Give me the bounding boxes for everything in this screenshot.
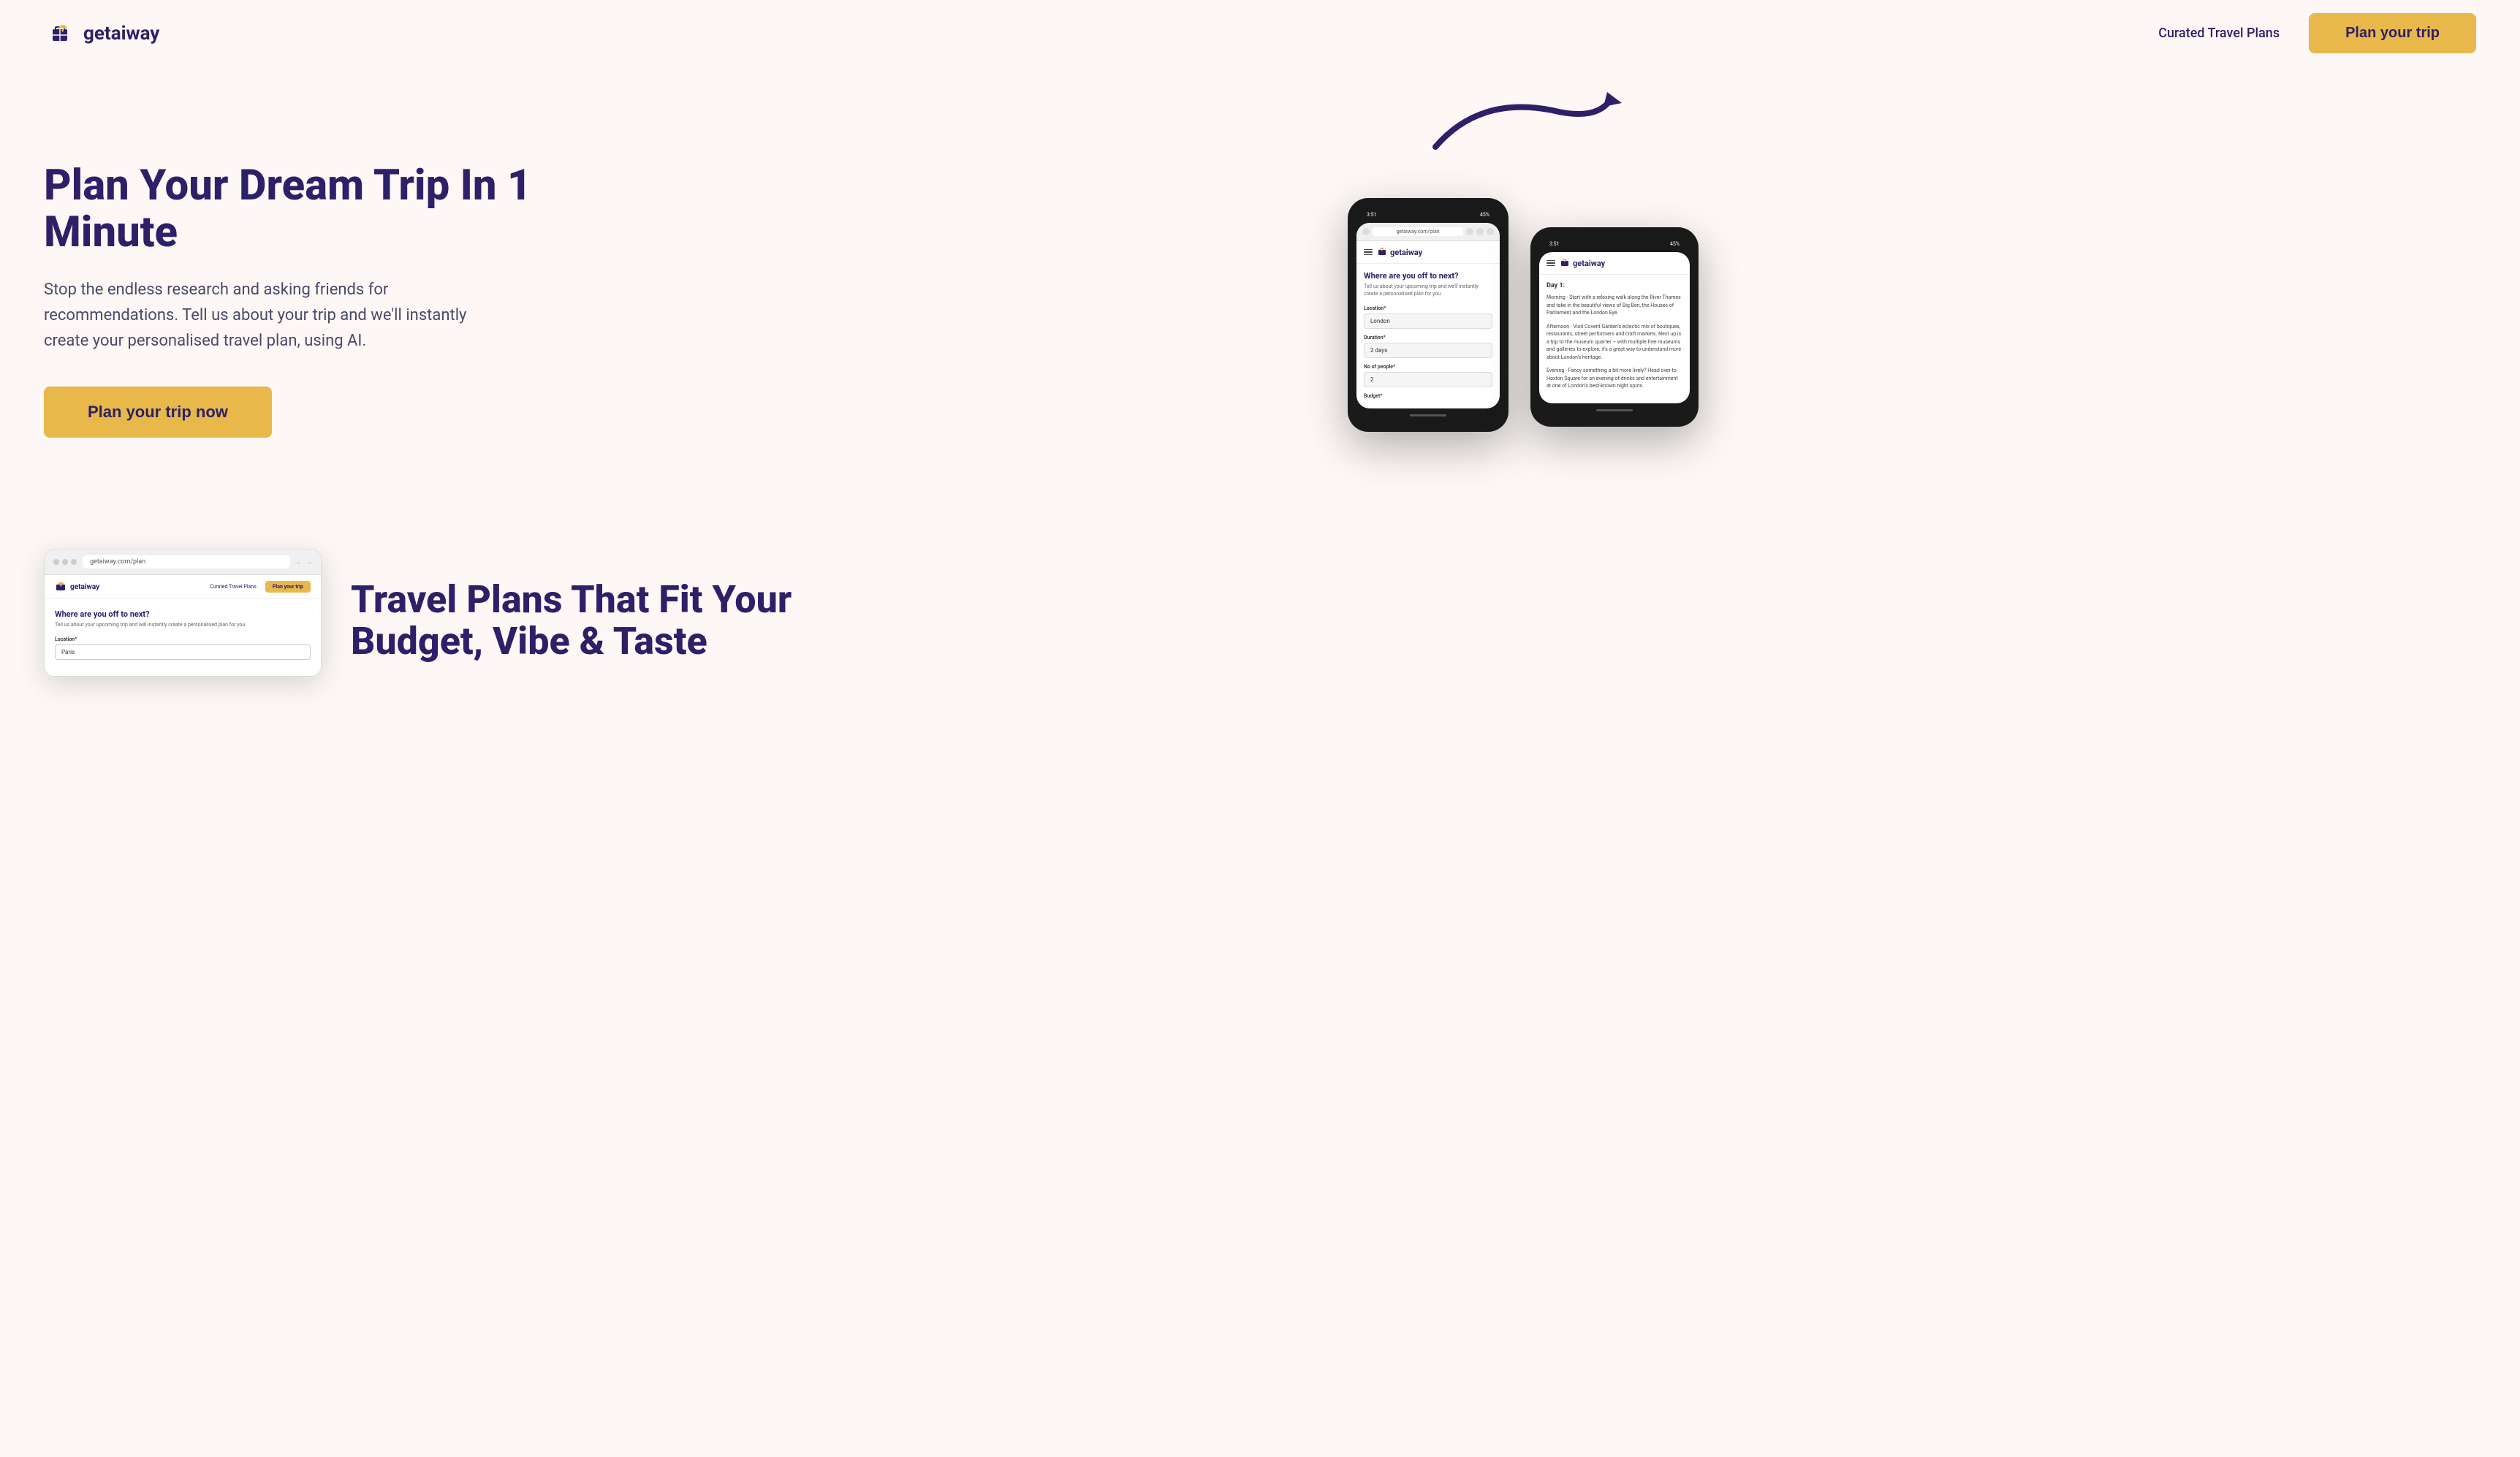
day-label: Day 1: (1546, 282, 1682, 289)
hero-cta-button[interactable]: Plan your trip now (44, 387, 272, 438)
app-logo-text-left: getaiway (1390, 248, 1422, 257)
app-header-left: getaiway (1356, 241, 1500, 264)
browser-location-input[interactable]: Paris (55, 644, 311, 660)
hero-right: 3:51 45% getaiway.com/plan (570, 96, 2476, 476)
app-logo-icon-right (1560, 258, 1570, 268)
location-label: Location* (1364, 305, 1492, 311)
hero-title: Plan Your Dream Trip In 1 Minute (44, 163, 541, 256)
phone-mockup-right: 3:51 45% get (1530, 227, 1699, 427)
browser-address-bar[interactable]: getaiway.com/plan (83, 555, 290, 568)
section-title: Travel Plans That Fit Your Budget, Vibe … (351, 579, 2476, 662)
nav-curated-plans[interactable]: Curated Travel Plans (2158, 26, 2280, 41)
browser-dot-red (53, 559, 59, 565)
browser-mockup: getaiway.com/plan ← → getaiway Curated (44, 549, 322, 677)
morning-text: Morning - Start with a relaxing walk alo… (1546, 294, 1682, 317)
browser-form-area: Where are you off to next? Tell us about… (45, 599, 321, 676)
section-title-line1: Travel Plans That Fit Your (351, 577, 792, 622)
itinerary-content: Day 1: Morning - Start with a relaxing w… (1539, 275, 1690, 403)
phone-bottom-bar-right (1539, 403, 1690, 418)
browser-form-title: Where are you off to next? (55, 609, 311, 619)
brand-name: getaiway (83, 23, 159, 45)
location-input[interactable]: London (1364, 313, 1492, 329)
browser-nav-curated[interactable]: Curated Travel Plans (210, 584, 257, 590)
app-logo-icon-left (1377, 247, 1387, 257)
home-indicator-left (1410, 414, 1446, 416)
phone-screen-right: getaiway Day 1: Morning - Start with a r… (1539, 252, 1690, 403)
itinerary-header: getaiway (1539, 252, 1690, 275)
hero-section: Plan Your Dream Trip In 1 Minute Stop th… (0, 66, 2520, 520)
browser-dots (53, 559, 77, 565)
nav-right: Curated Travel Plans Plan your trip (2158, 13, 2476, 53)
app-subtext-left: Tell us about your upcoming trip and we'… (1364, 284, 1492, 298)
browser-form-subtitle: Tell us about your upcoming trip and wil… (55, 622, 311, 628)
duration-input[interactable]: 2 days (1364, 343, 1492, 358)
phone-screen-left: getaiway.com/plan (1356, 223, 1500, 408)
phones-container: 3:51 45% getaiway.com/plan (1348, 183, 1699, 432)
phone-battery-left: 45% (1480, 212, 1489, 218)
app-question-left: Where are you off to next? (1364, 271, 1492, 281)
browser-inner-logo-icon (55, 581, 67, 593)
navbar: getaiway Curated Travel Plans Plan your … (0, 0, 2520, 66)
curved-arrow-icon (1421, 88, 1625, 161)
section-title-line2: Budget, Vibe & Taste (351, 619, 707, 663)
phone-battery-right: 45% (1670, 241, 1680, 247)
logo-icon (44, 18, 76, 50)
browser-menu-icon (1487, 228, 1494, 235)
browser-content: getaiway Curated Travel Plans Plan your … (45, 575, 321, 676)
browser-location-label: Location* (55, 636, 311, 642)
browser-home-icon (1362, 228, 1370, 235)
phone-browser-bar-left: getaiway.com/plan (1356, 223, 1500, 241)
evening-text: Evening - Fancy something a bit more liv… (1546, 367, 1682, 390)
app-content-left: Where are you off to next? Tell us about… (1356, 264, 1500, 408)
app-logo-small-right: getaiway (1560, 258, 1605, 268)
phone-mockup-left: 3:51 45% getaiway.com/plan (1348, 198, 1508, 432)
browser-tabs-icon (1476, 228, 1484, 235)
people-input[interactable]: 2 (1364, 372, 1492, 387)
phone-time-right: 3:51 (1549, 241, 1560, 247)
browser-top-bar: getaiway.com/plan ← → (45, 549, 321, 575)
browser-url-left: getaiway.com/plan (1373, 227, 1463, 236)
logo-area[interactable]: getaiway (44, 18, 159, 50)
browser-inner-nav: getaiway Curated Travel Plans Plan your … (45, 575, 321, 599)
browser-forward-btn[interactable]: → (306, 559, 312, 566)
bottom-section: getaiway.com/plan ← → getaiway Curated (0, 549, 2520, 677)
browser-dot-yellow (62, 559, 68, 565)
phone-status-bar-right: 3:51 45% (1539, 236, 1690, 252)
budget-label: Budget* (1364, 393, 1492, 399)
browser-logo-text: getaiway (70, 583, 99, 591)
phone-bottom-bar-left (1356, 408, 1500, 423)
browser-cta-small[interactable]: Plan your trip (265, 581, 311, 593)
browser-share-icon (1466, 228, 1473, 235)
browser-back-btn[interactable]: ← (296, 559, 302, 566)
hamburger-icon (1364, 249, 1373, 256)
hero-subtitle: Stop the endless research and asking fri… (44, 277, 468, 354)
people-label: No of people* (1364, 364, 1492, 370)
browser-dot-green (71, 559, 77, 565)
hamburger-icon-right (1546, 260, 1555, 267)
browser-nav-buttons: ← → (296, 559, 312, 566)
phone-status-bar-left: 3:51 45% (1356, 207, 1500, 223)
duration-label: Duration* (1364, 335, 1492, 341)
app-logo-small-left: getaiway (1377, 247, 1422, 257)
app-logo-text-right: getaiway (1573, 259, 1605, 268)
browser-inner-nav-links: Curated Travel Plans Plan your trip (210, 581, 311, 593)
browser-inner-logo: getaiway (55, 581, 99, 593)
hero-left: Plan Your Dream Trip In 1 Minute Stop th… (44, 134, 541, 437)
bottom-right: Travel Plans That Fit Your Budget, Vibe … (351, 579, 2476, 677)
phone-time-left: 3:51 (1367, 212, 1377, 218)
nav-cta-button[interactable]: Plan your trip (2309, 13, 2476, 53)
afternoon-text: Afternoon - Visit Covent Garden's eclect… (1546, 323, 1682, 362)
home-indicator-right (1596, 409, 1633, 411)
